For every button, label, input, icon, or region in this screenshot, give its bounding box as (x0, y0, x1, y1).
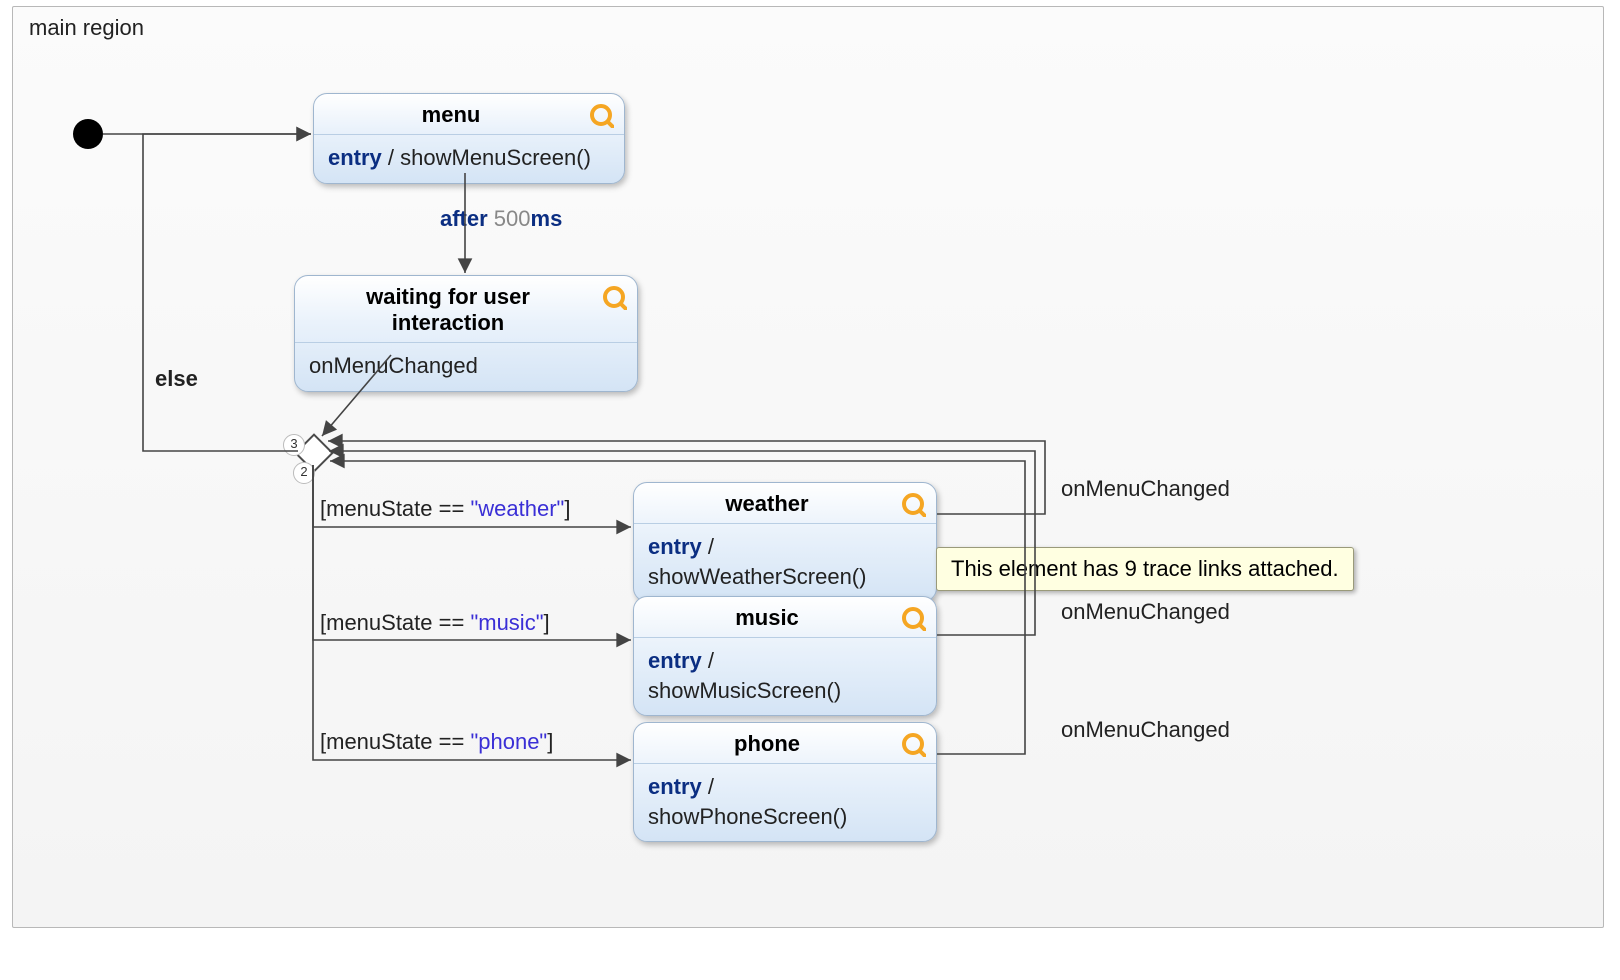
state-body: entry /showPhoneScreen() (634, 763, 936, 841)
state-title: menu (314, 94, 624, 134)
edge-else-menu[interactable] (143, 134, 311, 451)
transition-label-onmenuchanged-1: onMenuChanged (1061, 476, 1230, 502)
transition-label-after: after 500ms (440, 206, 562, 232)
state-weather[interactable]: weather entry /showWeatherScreen() (633, 482, 937, 602)
state-title: music (634, 597, 936, 637)
transition-label-onmenuchanged-3: onMenuChanged (1061, 717, 1230, 743)
transition-label-onmenuchanged-2: onMenuChanged (1061, 599, 1230, 625)
state-title: waiting for user interaction (295, 276, 637, 342)
state-menu[interactable]: menu entry / showMenuScreen() (313, 93, 625, 184)
choice-badge-bottom: 2 (293, 462, 315, 484)
trace-link-icon[interactable] (900, 605, 926, 631)
state-music[interactable]: music entry /showMusicScreen() (633, 596, 937, 716)
state-phone[interactable]: phone entry /showPhoneScreen() (633, 722, 937, 842)
diagram-canvas: main region menu entry / showMenuScreen(… (12, 6, 1604, 928)
choice-badge-top: 3 (283, 434, 305, 456)
tooltip: This element has 9 trace links attached. (936, 547, 1354, 591)
state-body: entry /showMusicScreen() (634, 637, 936, 715)
state-body: entry /showWeatherScreen() (634, 523, 936, 601)
state-body: entry / showMenuScreen() (314, 134, 624, 183)
trace-link-icon[interactable] (900, 731, 926, 757)
trace-link-icon[interactable] (588, 102, 614, 128)
state-title: weather (634, 483, 936, 523)
state-waiting[interactable]: waiting for user interaction onMenuChang… (294, 275, 638, 392)
guard-phone: [menuState == "phone"] (320, 729, 553, 755)
region-title: main region (29, 15, 144, 41)
initial-state[interactable] (73, 119, 103, 149)
guard-music: [menuState == "music"] (320, 610, 550, 636)
trace-link-icon[interactable] (900, 491, 926, 517)
transition-label-else: else (155, 366, 198, 392)
trace-link-icon[interactable] (601, 284, 627, 310)
state-title: phone (634, 723, 936, 763)
guard-weather: [menuState == "weather"] (320, 496, 570, 522)
state-body: onMenuChanged (295, 342, 637, 391)
